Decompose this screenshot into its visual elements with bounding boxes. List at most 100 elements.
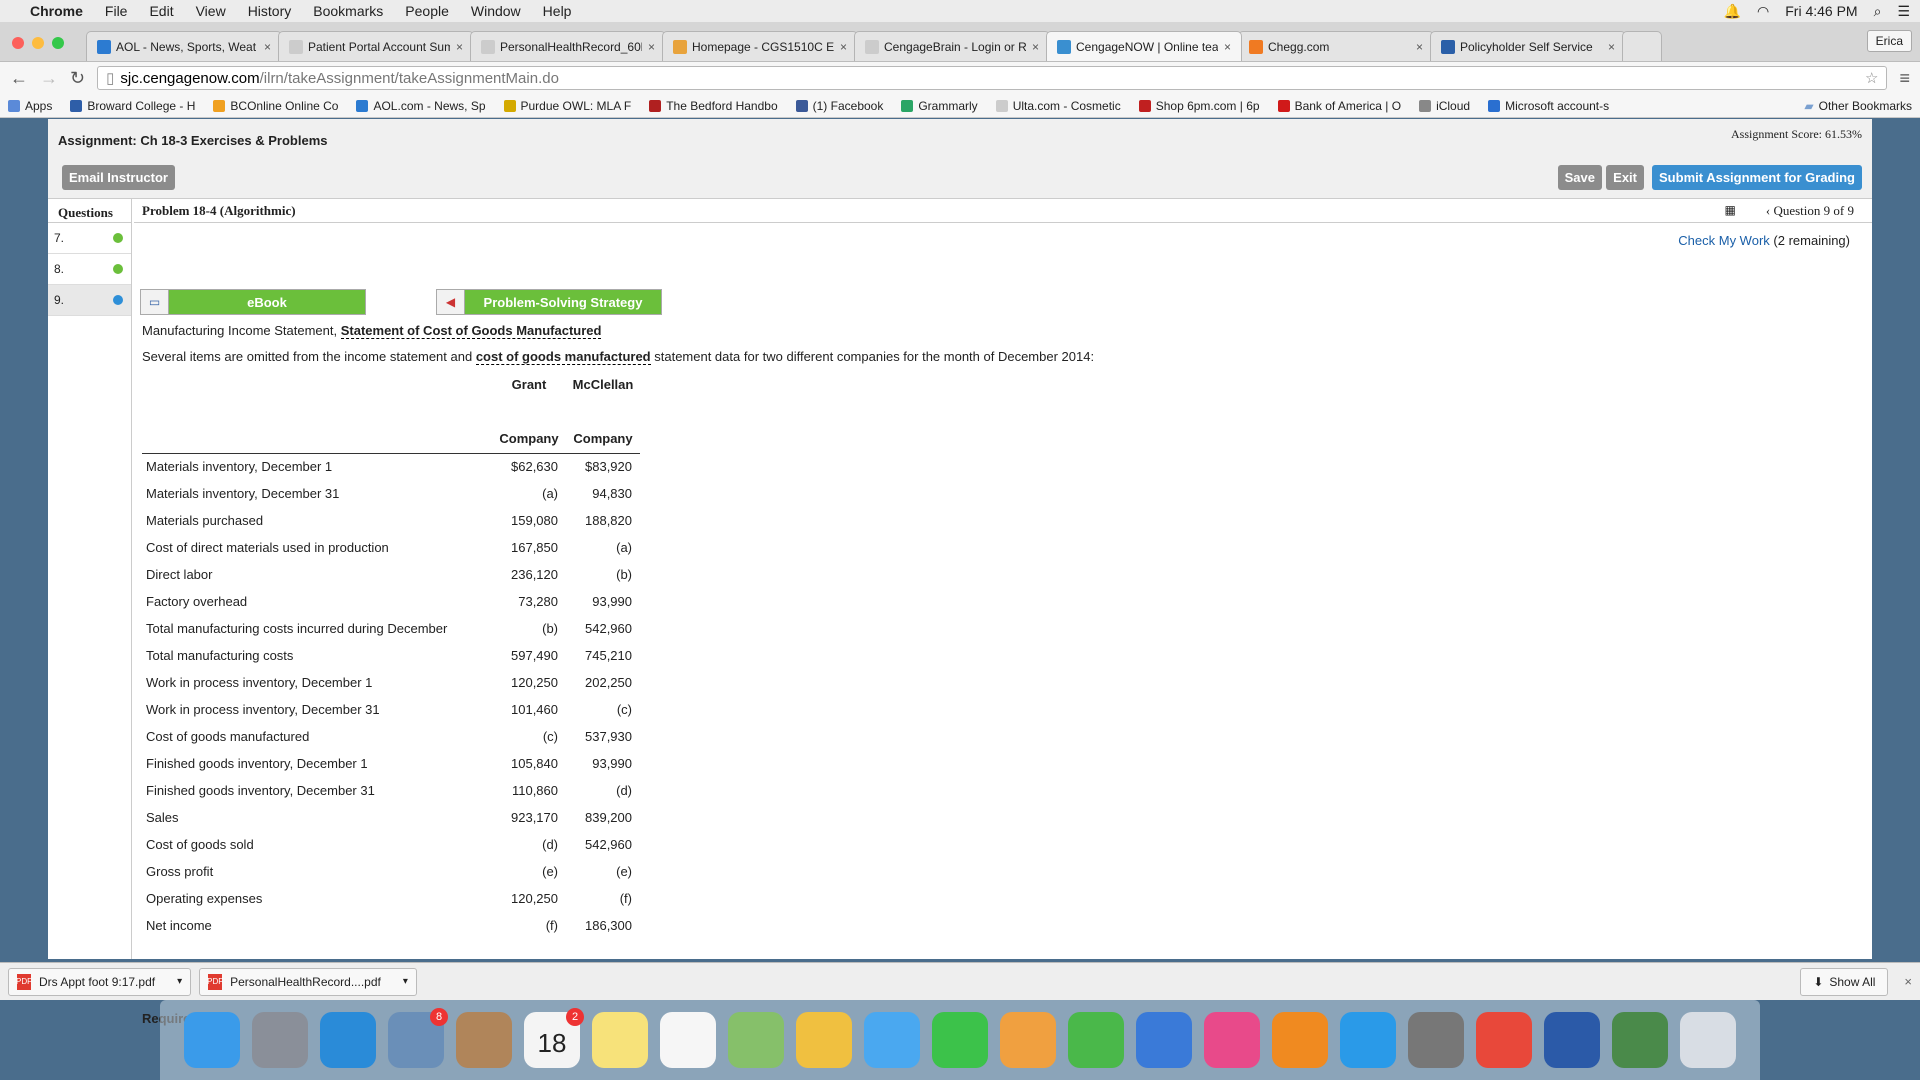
address-bar[interactable]: ▯ sjc.cengagenow.com/ilrn/takeAssignment…	[97, 66, 1888, 90]
menu-help[interactable]: Help	[543, 3, 572, 19]
chrome-icon[interactable]	[1476, 1012, 1532, 1068]
menu-file[interactable]: File	[105, 3, 128, 19]
bookmark-label: Purdue OWL: MLA F	[520, 98, 632, 113]
time-machine-icon[interactable]	[1612, 1012, 1668, 1068]
glossary-term-link[interactable]: cost of goods manufactured	[475, 349, 651, 365]
close-tab-icon[interactable]: ×	[1416, 40, 1423, 54]
forward-arrow-icon[interactable]: →	[40, 68, 58, 89]
glossary-term-link[interactable]: Statement of Cost of Goods Manufactured	[340, 323, 602, 339]
browser-tab-active[interactable]: CengageNOW | Online teach ×	[1046, 31, 1242, 61]
app-store-icon[interactable]	[1340, 1012, 1396, 1068]
menu-bookmarks[interactable]: Bookmarks	[313, 3, 383, 19]
browser-tab[interactable]: Patient Portal Account Sum ×	[278, 31, 474, 61]
contacts-icon[interactable]	[456, 1012, 512, 1068]
spotlight-search-icon[interactable]: ⌕	[1874, 3, 1882, 20]
wifi-icon[interactable]: ◠	[1757, 3, 1769, 20]
other-bookmarks[interactable]: ▰ Other Bookmarks	[1804, 99, 1912, 113]
trash-icon[interactable]	[1680, 1012, 1736, 1068]
submit-assignment-button[interactable]: Submit Assignment for Grading	[1652, 165, 1862, 190]
close-downloads-icon[interactable]: ×	[1904, 974, 1912, 989]
menu-app-name[interactable]: Chrome	[30, 3, 83, 19]
save-button[interactable]: Save	[1557, 165, 1602, 190]
bookmark-item[interactable]: Shop 6pm.com | 6p	[1138, 99, 1260, 113]
bookmark-item[interactable]: Ulta.com - Cosmetic	[995, 99, 1121, 113]
bookmark-item[interactable]: Microsoft account-s	[1488, 99, 1609, 113]
close-tab-icon[interactable]: ×	[264, 40, 271, 54]
itunes-icon[interactable]	[1204, 1012, 1260, 1068]
calendar-icon[interactable]: 18 2	[524, 1008, 584, 1068]
tab-label: Chegg.com	[1268, 39, 1330, 54]
browser-tab[interactable]: PersonalHealthRecord_60b ×	[470, 31, 666, 61]
bookmark-item[interactable]: Purdue OWL: MLA F	[503, 98, 632, 113]
menu-people[interactable]: People	[405, 3, 449, 19]
bookmark-item[interactable]: The Bedford Handbo	[649, 99, 778, 113]
back-arrow-icon[interactable]: ←	[10, 68, 28, 89]
photos-icon[interactable]	[796, 1012, 852, 1068]
mail-icon[interactable]: 8	[388, 1008, 448, 1068]
close-tab-icon[interactable]: ×	[456, 40, 463, 54]
close-tab-icon[interactable]: ×	[1224, 40, 1231, 54]
system-preferences-icon[interactable]	[1408, 1012, 1464, 1068]
question-item[interactable]: 8.	[48, 254, 131, 285]
close-tab-icon[interactable]: ×	[648, 40, 655, 54]
close-tab-icon[interactable]: ×	[840, 40, 847, 54]
bookmark-star-icon[interactable]: ☆	[1865, 69, 1878, 87]
browser-tab[interactable]: AOL - News, Sports, Weat ×	[86, 31, 282, 61]
finder-icon[interactable]	[184, 1012, 240, 1068]
menu-window[interactable]: Window	[471, 3, 521, 19]
profile-button[interactable]: Erica	[1866, 30, 1912, 52]
close-tab-icon[interactable]: ×	[1032, 40, 1039, 54]
bookmark-item[interactable]: BCOnline Online Co	[213, 99, 338, 113]
show-all-downloads-button[interactable]: ⬇ Show All	[1800, 967, 1889, 996]
question-navigator[interactable]: ‹ Question 9 of 9	[1766, 203, 1854, 219]
bookmark-item[interactable]: AOL.com - News, Sp	[356, 99, 486, 113]
question-item[interactable]: 7.	[48, 223, 131, 254]
safari-icon[interactable]	[320, 1012, 376, 1068]
download-item[interactable]: PDF PersonalHealthRecord....pdf ▾	[199, 967, 417, 996]
bookmark-item[interactable]: Bank of America | O	[1277, 99, 1401, 113]
browser-tab[interactable]: CengageBrain - Login or Re ×	[854, 31, 1050, 61]
bookmark-item[interactable]: iCloud	[1419, 99, 1470, 113]
reminders-icon[interactable]	[660, 1012, 716, 1068]
bookmark-item[interactable]: Apps	[8, 99, 52, 113]
menu-history[interactable]: History	[248, 3, 292, 19]
new-tab-button[interactable]	[1622, 31, 1662, 61]
browser-tab[interactable]: Policyholder Self Service ×	[1430, 31, 1626, 61]
check-my-work-link[interactable]: Check My Work	[1678, 233, 1770, 248]
chevron-down-icon[interactable]: ▾	[403, 976, 408, 987]
menu-view[interactable]: View	[196, 3, 226, 19]
facetime-icon[interactable]	[932, 1012, 988, 1068]
question-item-current[interactable]: 9.	[48, 285, 131, 316]
ibooks-icon[interactable]	[1272, 1012, 1328, 1068]
notification-center-icon[interactable]: ☰	[1897, 3, 1910, 20]
word-icon[interactable]	[1544, 1012, 1600, 1068]
email-instructor-button[interactable]: Email Instructor	[62, 165, 175, 190]
calculator-icon[interactable]: ▦	[1725, 203, 1736, 218]
chevron-down-icon[interactable]: ▾	[177, 976, 182, 987]
reload-icon[interactable]: ↻	[70, 68, 85, 89]
chrome-menu-icon[interactable]: ≡	[1899, 68, 1910, 89]
bookmark-item[interactable]: (1) Facebook	[795, 99, 883, 113]
numbers-icon[interactable]	[1068, 1012, 1124, 1068]
close-window-icon[interactable]	[12, 37, 24, 49]
problem-solving-strategy-button[interactable]: ◀ Problem-Solving Strategy	[436, 289, 662, 315]
keynote-icon[interactable]	[1136, 1012, 1192, 1068]
browser-tab[interactable]: Homepage - CGS1510C EL ×	[662, 31, 858, 61]
launchpad-icon[interactable]	[252, 1012, 308, 1068]
exit-button[interactable]: Exit	[1606, 165, 1644, 190]
pages-icon[interactable]	[1000, 1012, 1056, 1068]
notification-bell-icon[interactable]: 🔔	[1724, 3, 1741, 20]
minimize-window-icon[interactable]	[32, 37, 44, 49]
bookmark-item[interactable]: Grammarly	[901, 99, 978, 113]
download-item[interactable]: PDF Drs Appt foot 9:17.pdf ▾	[8, 967, 192, 996]
close-tab-icon[interactable]: ×	[1608, 40, 1615, 54]
bookmark-item[interactable]: Broward College - H	[70, 99, 195, 113]
menubar-clock[interactable]: Fri 4:46 PM	[1785, 3, 1857, 19]
zoom-window-icon[interactable]	[52, 37, 64, 49]
maps-icon[interactable]	[728, 1012, 784, 1068]
messages-icon[interactable]	[864, 1012, 920, 1068]
menu-edit[interactable]: Edit	[149, 3, 173, 19]
browser-tab[interactable]: Chegg.com ×	[1238, 31, 1434, 61]
ebook-button[interactable]: ▭ eBook	[140, 289, 366, 315]
notes-icon[interactable]	[592, 1012, 648, 1068]
